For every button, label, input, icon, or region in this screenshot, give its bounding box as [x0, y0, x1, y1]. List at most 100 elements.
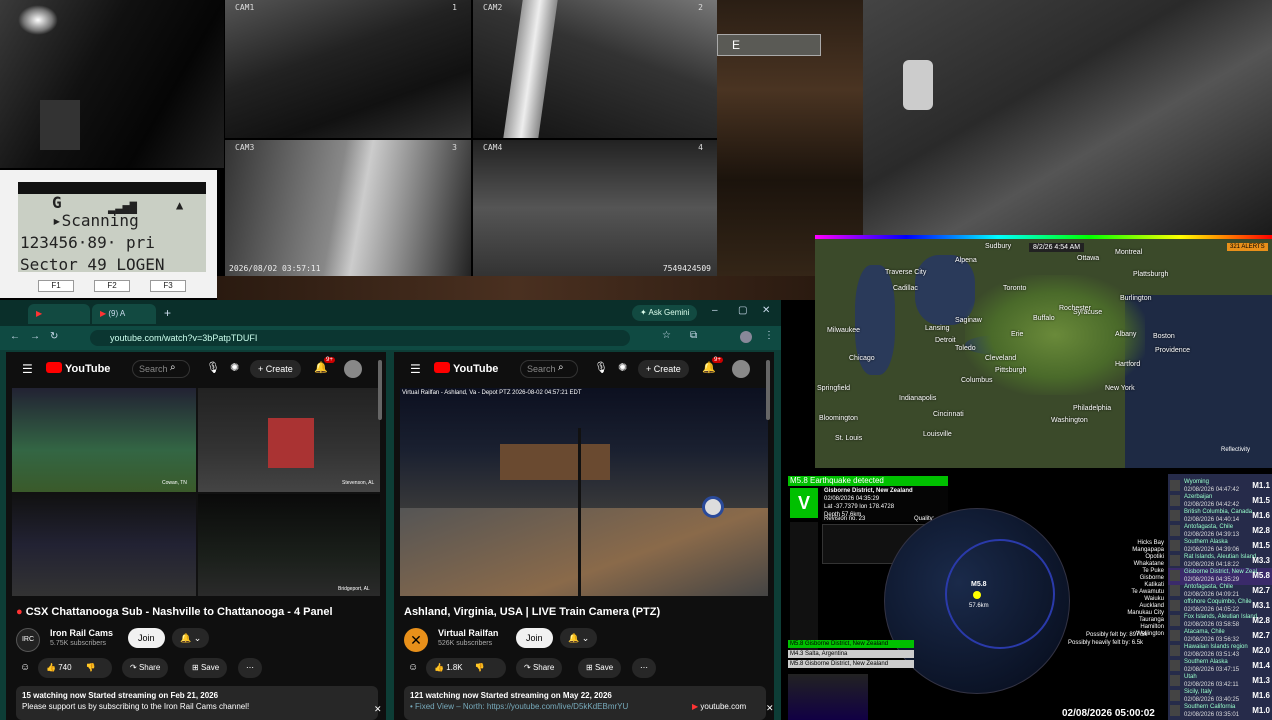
- search-input[interactable]: Search: [132, 360, 190, 378]
- share-icon-2: ↷: [524, 663, 533, 672]
- tab-youtube-2[interactable]: ▶ (9) A: [92, 304, 156, 324]
- signpost-letter: E: [732, 38, 741, 52]
- radar-alerts[interactable]: 321 ALERTS: [1227, 243, 1268, 251]
- hamburger-menu-icon-2[interactable]: ☰: [410, 362, 421, 376]
- create-button[interactable]: + Create: [250, 360, 301, 378]
- quake-list-row[interactable]: Southern California 02/08/2026 03:35:01 M1…: [1168, 703, 1272, 720]
- microphone-icon-2[interactable]: 🎙: [594, 361, 608, 374]
- profile-avatar[interactable]: [740, 331, 752, 343]
- radar-city-label: Columbus: [961, 377, 993, 384]
- channel-name-2[interactable]: Virtual Railfan: [438, 628, 498, 638]
- tab-youtube-1[interactable]: ▶: [28, 304, 90, 324]
- description-line-1-right: 121 watching now Started streaming on Ma…: [410, 691, 612, 700]
- quake-region: Gisborne District, New Zealand: [824, 488, 913, 494]
- live-dot-icon: ●: [16, 606, 26, 618]
- quake-badge-icon: [1170, 510, 1180, 521]
- join-button-2[interactable]: Join: [516, 628, 553, 648]
- scrollbar-right[interactable]: [766, 360, 770, 420]
- radio-scanner-display: G ▂▃▅▇ ▲ ▸Scanning 123456·89· pri Sector…: [0, 170, 217, 298]
- sparkle-icon[interactable]: ✺: [230, 361, 239, 374]
- save-label-2: Save: [594, 663, 614, 672]
- scanner-f3-key[interactable]: F3: [150, 280, 186, 292]
- town-label: Mangapapa: [1132, 547, 1164, 553]
- youtube-logo[interactable]: YouTube: [46, 362, 110, 375]
- security-cam-1: CAM1 1: [225, 0, 471, 138]
- town-label: Te Awamutu: [1131, 589, 1164, 595]
- quake-badge-icon: [1170, 660, 1180, 671]
- description-left[interactable]: 15 watching now Started streaming on Feb…: [16, 686, 378, 720]
- close-pane-icon[interactable]: ✕: [374, 704, 382, 715]
- scanner-f2-key[interactable]: F2: [94, 280, 130, 292]
- ask-gemini-button[interactable]: ✦ Ask Gemini: [632, 305, 698, 321]
- subscribed-bell-icon[interactable]: 🔔 ⌄: [172, 628, 210, 648]
- town-label: Gisborne: [1139, 575, 1164, 581]
- radar-city-label: Burlington: [1120, 295, 1152, 302]
- search-icon-2[interactable]: ⌕: [558, 362, 564, 373]
- share-button-2[interactable]: ↷ Share: [516, 658, 563, 678]
- user-avatar-2[interactable]: [732, 360, 750, 378]
- bookmark-star-icon[interactable]: ☆: [662, 330, 671, 341]
- scanner-f1-key[interactable]: F1: [38, 280, 74, 292]
- youtube-logo-2[interactable]: YouTube: [434, 362, 498, 375]
- radar-city-label: Cincinnati: [933, 411, 964, 418]
- scrollbar-left[interactable]: [378, 360, 382, 420]
- quake-list-location: Atacama, Chile: [1184, 629, 1225, 635]
- create-button-2[interactable]: + Create: [638, 360, 689, 378]
- close-chip-icon[interactable]: ✕: [766, 703, 774, 714]
- search-input-2[interactable]: Search: [520, 360, 578, 378]
- hamburger-menu-icon[interactable]: ☰: [22, 362, 33, 376]
- radar-city-label: Montreal: [1115, 249, 1143, 256]
- search-icon[interactable]: ⌕: [170, 362, 176, 373]
- quake-list-datetime: 02/08/2026 03:35:01: [1184, 712, 1240, 718]
- quake-list-location: offshore Coquimbo, Chile: [1184, 599, 1252, 605]
- youtube-play-icon: [46, 362, 62, 373]
- town-list: Hicks Bay Mangapapa Opotiki Whakatane Te Puk…: [1078, 540, 1166, 670]
- quake-badge-icon: [1170, 570, 1180, 581]
- subscribed-bell-icon-2[interactable]: 🔔 ⌄: [560, 628, 598, 648]
- emoji-icon[interactable]: ☺: [20, 662, 30, 673]
- cave-strip: [217, 276, 817, 300]
- emoji-icon-2[interactable]: ☺: [408, 662, 418, 673]
- quake-list-location: Rat Islands, Aleutian Island: [1184, 554, 1257, 560]
- save-button-2[interactable]: ⊞ Save: [578, 658, 622, 678]
- more-button[interactable]: ⋯: [238, 658, 262, 678]
- channel-avatar[interactable]: IRC: [16, 628, 40, 652]
- create-label: Create: [265, 364, 293, 374]
- youtube-pane-left: ☰ YouTube Search ⌕ 🎙 ✺ + Create 🔔 9+ Cow…: [6, 352, 386, 720]
- video-player-left[interactable]: Cowan, TN Stevenson, AL Bridgeport, AL: [12, 388, 380, 596]
- quake-list-magnitude: M1.6: [1252, 511, 1270, 520]
- menu-dots-icon[interactable]: ⋮: [764, 330, 774, 341]
- plus-icon-2: +: [646, 364, 654, 374]
- save-button[interactable]: ⊞ Save: [184, 658, 228, 678]
- video-player-right[interactable]: Virtual Railfan - Ashland, Va - Depot PT…: [400, 388, 768, 596]
- new-tab-button[interactable]: +: [164, 306, 171, 320]
- channel-avatar-2[interactable]: ✕: [404, 628, 428, 652]
- share-icon: ↷: [130, 663, 139, 672]
- minimize-icon[interactable]: –: [712, 305, 718, 316]
- share-button[interactable]: ↷ Share: [122, 658, 169, 678]
- more-button-2[interactable]: ⋯: [632, 658, 656, 678]
- user-avatar[interactable]: [344, 360, 362, 378]
- maximize-icon[interactable]: ▢: [738, 305, 747, 316]
- weather-radar-map[interactable]: 8/2/26 4:54 AM 321 ALERTS Reflectivity T…: [815, 235, 1272, 468]
- forward-icon[interactable]: →: [30, 331, 40, 342]
- back-icon[interactable]: ←: [10, 331, 20, 342]
- sparkle-icon-2[interactable]: ✺: [618, 361, 627, 374]
- microphone-icon[interactable]: 🎙: [206, 361, 220, 374]
- url-field[interactable]: youtube.com/watch?v=3bPatpTDUFI: [90, 330, 630, 346]
- extensions-icon[interactable]: ⧉: [690, 330, 697, 341]
- reload-icon[interactable]: ↻: [50, 331, 58, 342]
- join-button[interactable]: Join: [128, 628, 165, 648]
- quake-intensity-box: V: [790, 488, 818, 518]
- cam3-label: CAM3: [235, 143, 255, 152]
- radar-city-label: Cleveland: [985, 355, 1017, 362]
- like-button-2[interactable]: 👍 1.8K 👎: [426, 658, 506, 678]
- scanner-arrow-icon: ▲: [176, 198, 184, 212]
- domain-chip[interactable]: ▶ youtube.com: [692, 702, 746, 711]
- tab-bar: ▶ ▶ (9) A + ✦ Ask Gemini – ▢ ✕: [0, 300, 781, 326]
- recent-earthquakes-list[interactable]: Wyoming 02/08/2026 04:47:42 M1.1 Azerbaijan…: [1168, 474, 1272, 720]
- radar-time: 8/2/26 4:54 AM: [1029, 243, 1085, 252]
- channel-name[interactable]: Iron Rail Cams: [50, 628, 113, 638]
- like-button[interactable]: 👍 740 👎: [38, 658, 112, 678]
- close-window-icon[interactable]: ✕: [762, 305, 770, 316]
